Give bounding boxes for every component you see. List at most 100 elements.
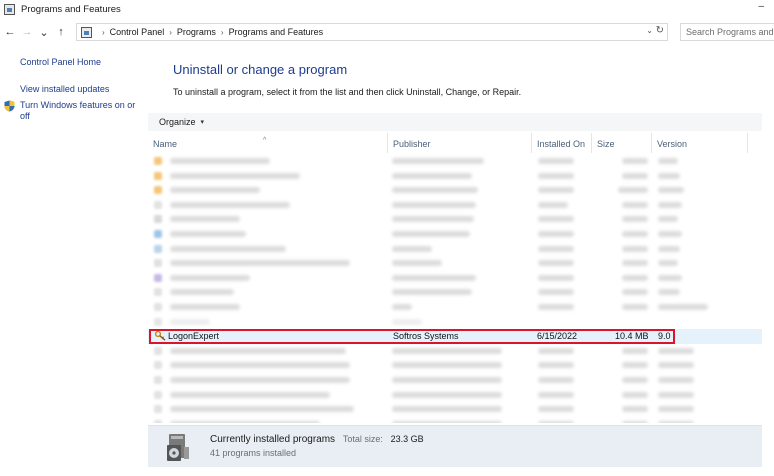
programs-features-icon	[4, 3, 15, 15]
redacted-cell	[658, 303, 708, 310]
table-row[interactable]	[148, 417, 762, 423]
redacted-cell	[538, 172, 574, 179]
redacted-cell	[622, 260, 648, 267]
redacted-cell	[622, 376, 648, 383]
shield-icon	[4, 100, 15, 112]
redacted-cell	[658, 274, 682, 281]
program-icon	[154, 229, 162, 238]
redacted-cell	[392, 391, 502, 398]
redacted-cell	[170, 347, 346, 354]
breadcrumb-separator[interactable]: ›	[102, 28, 105, 37]
window-title: Programs and Features	[21, 3, 121, 15]
cell-publisher: Softros Systems	[393, 331, 459, 342]
redacted-cell	[392, 274, 476, 281]
redacted-cell	[392, 420, 502, 423]
redacted-cell	[170, 172, 300, 179]
table-row[interactable]	[148, 198, 762, 213]
redacted-cell	[622, 172, 648, 179]
redacted-cell	[622, 347, 648, 354]
redacted-cell	[170, 274, 250, 281]
redacted-cell	[658, 216, 678, 223]
search-input[interactable]: Search Programs and Features	[680, 23, 774, 41]
table-row[interactable]	[148, 373, 762, 388]
table-row[interactable]	[148, 271, 762, 286]
breadcrumb-programs[interactable]: Programs	[177, 27, 216, 37]
column-header-size[interactable]: Size	[592, 133, 652, 153]
program-icon	[154, 317, 162, 326]
redacted-cell	[622, 289, 648, 296]
address-dropdown-icon[interactable]: ⌄	[646, 26, 653, 35]
refresh-icon[interactable]: ↻	[656, 25, 664, 36]
redacted-cell	[170, 201, 290, 208]
up-arrow-icon[interactable]: ↑	[54, 26, 68, 38]
redacted-cell	[658, 391, 694, 398]
redacted-cell	[538, 347, 574, 354]
breadcrumb-control-panel[interactable]: Control Panel	[110, 27, 165, 37]
redacted-cell	[538, 391, 574, 398]
table-row[interactable]	[148, 285, 762, 300]
table-row[interactable]	[148, 154, 762, 169]
control-panel-home-link[interactable]: Control Panel Home	[20, 57, 101, 68]
redacted-cell	[538, 216, 574, 223]
redacted-cell	[622, 420, 648, 423]
chevron-down-icon[interactable]: ▾	[201, 118, 205, 126]
table-row[interactable]	[148, 256, 762, 271]
recent-locations-icon[interactable]: ⌄	[37, 26, 51, 39]
redacted-cell	[538, 158, 574, 164]
table-row[interactable]	[148, 300, 762, 315]
cell-size: 10.4 MB	[615, 331, 649, 342]
redacted-cell	[170, 303, 240, 310]
redacted-cell	[392, 362, 502, 369]
breadcrumb-separator[interactable]: ›	[169, 28, 172, 37]
redacted-cell	[170, 406, 354, 413]
page-description: To uninstall a program, select it from t…	[173, 87, 522, 97]
column-header-name[interactable]: Name ^	[148, 133, 388, 153]
redacted-cell	[392, 303, 412, 310]
redacted-cell	[538, 230, 574, 237]
program-icon	[154, 273, 162, 282]
redacted-cell	[170, 216, 240, 223]
table-row[interactable]	[148, 402, 762, 417]
forward-arrow-icon[interactable]: →	[20, 26, 34, 38]
address-bar[interactable]: › Control Panel › Programs › Programs an…	[76, 23, 668, 41]
redacted-cell	[658, 230, 682, 237]
table-row[interactable]	[148, 358, 762, 373]
redacted-cell	[658, 289, 680, 296]
table-row[interactable]	[148, 344, 762, 359]
redacted-cell	[170, 245, 286, 252]
redacted-cell	[392, 187, 478, 194]
programs-count: 41 programs installed	[210, 448, 297, 458]
cell-version: 9.0	[658, 331, 671, 342]
table-row[interactable]	[148, 169, 762, 184]
table-row-logonexpert[interactable]: LogonExpert Softros Systems 6/15/2022 10…	[148, 329, 762, 344]
redacted-cell	[658, 406, 694, 413]
redacted-cell	[622, 274, 648, 281]
view-installed-updates-link[interactable]: View installed updates	[20, 84, 109, 95]
table-row[interactable]	[148, 183, 762, 198]
redacted-cell	[538, 245, 574, 252]
redacted-cell	[538, 362, 574, 369]
back-arrow-icon[interactable]: ←	[3, 26, 17, 38]
redacted-cell	[622, 391, 648, 398]
redacted-cell	[170, 289, 234, 296]
redacted-cell	[538, 420, 574, 423]
table-row[interactable]	[148, 388, 762, 403]
redacted-cell	[170, 376, 350, 383]
table-row[interactable]	[148, 242, 762, 257]
breadcrumb-programs-and-features[interactable]: Programs and Features	[229, 27, 324, 37]
column-header-publisher[interactable]: Publisher	[388, 133, 532, 153]
column-header-version[interactable]: Version	[652, 133, 748, 153]
redacted-cell	[392, 216, 474, 223]
table-row[interactable]	[148, 315, 762, 330]
installed-programs-icon	[167, 434, 189, 461]
turn-windows-features-link[interactable]: Turn Windows features on or off	[20, 100, 142, 122]
column-header-installed-on[interactable]: Installed On	[532, 133, 592, 153]
organize-button[interactable]: Organize	[159, 117, 196, 127]
table-row[interactable]	[148, 227, 762, 242]
table-row[interactable]	[148, 212, 762, 227]
program-icon	[154, 171, 162, 180]
redacted-cell	[392, 289, 472, 296]
breadcrumb-separator[interactable]: ›	[221, 28, 224, 37]
programs-table: Name ^ Publisher Installed On Size Versi…	[148, 133, 762, 423]
minimize-button[interactable]: –	[758, 1, 764, 12]
